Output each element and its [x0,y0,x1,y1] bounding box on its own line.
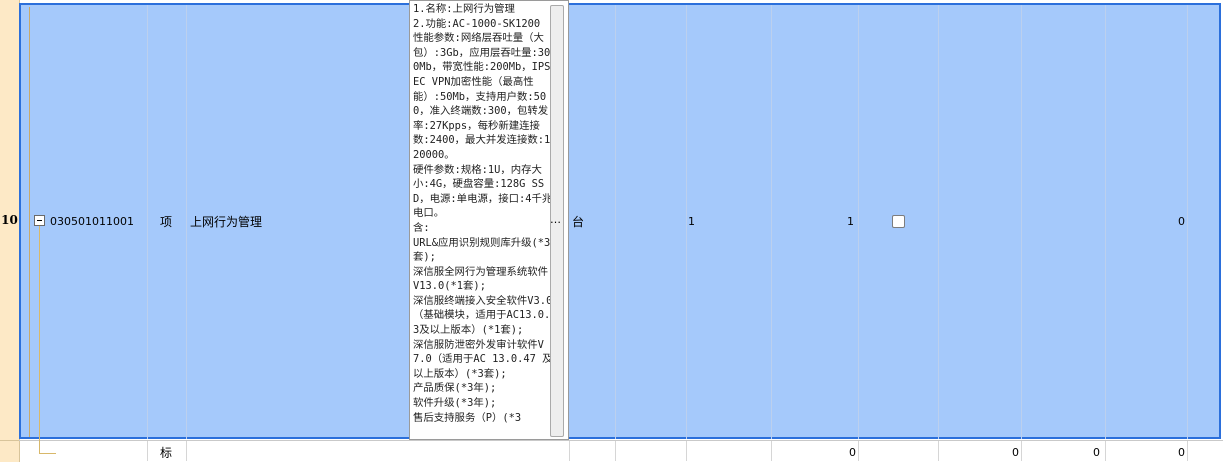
row-checkbox[interactable] [892,215,905,228]
row-header-sub[interactable] [0,440,20,462]
item-code[interactable]: 030501011001 [50,215,134,228]
subrow-kind[interactable]: 标 [160,444,172,461]
tree-line [39,453,56,454]
column-divider [615,441,616,461]
tree-line [39,226,40,454]
column-divider [938,5,939,439]
collapse-toggle-icon[interactable] [34,215,45,226]
value-cell[interactable]: 0 [1145,215,1185,228]
row-number: 10 [1,213,18,227]
column-divider [938,441,939,461]
description-editor[interactable]: 1.名称:上网行为管理 2.功能:AC-1000-SK1200 性能参数:网络层… [409,0,569,440]
column-divider [686,441,687,461]
more-button[interactable]: … [550,213,561,226]
column-divider [147,441,148,461]
subrow-value[interactable]: 0 [979,446,1019,459]
column-divider [1021,5,1022,439]
row-separator [19,440,1223,441]
subrow-value[interactable]: 0 [1060,446,1100,459]
subrow-value[interactable]: 0 [816,446,856,459]
item-name[interactable]: 上网行为管理 [190,213,262,230]
column-divider [771,441,772,461]
column-divider [186,441,187,461]
column-divider [1021,441,1022,461]
column-divider [1187,441,1188,461]
subrow-value[interactable]: 0 [1145,446,1185,459]
item-kind[interactable]: 项 [160,213,172,230]
column-divider [569,441,570,461]
column-divider [1105,5,1106,439]
description-text[interactable]: 1.名称:上网行为管理 2.功能:AC-1000-SK1200 性能参数:网络层… [413,2,553,425]
column-divider [186,5,187,439]
column-divider [1105,441,1106,461]
column-divider [1187,5,1188,439]
quantity-cell[interactable]: 1 [655,215,695,228]
item-unit[interactable]: 台 [572,213,584,230]
column-divider [858,5,859,439]
quantity-cell[interactable]: 1 [814,215,854,228]
column-divider [147,5,148,439]
column-divider [858,441,859,461]
column-divider [615,5,616,439]
tree-line [29,7,30,437]
column-divider [771,5,772,439]
